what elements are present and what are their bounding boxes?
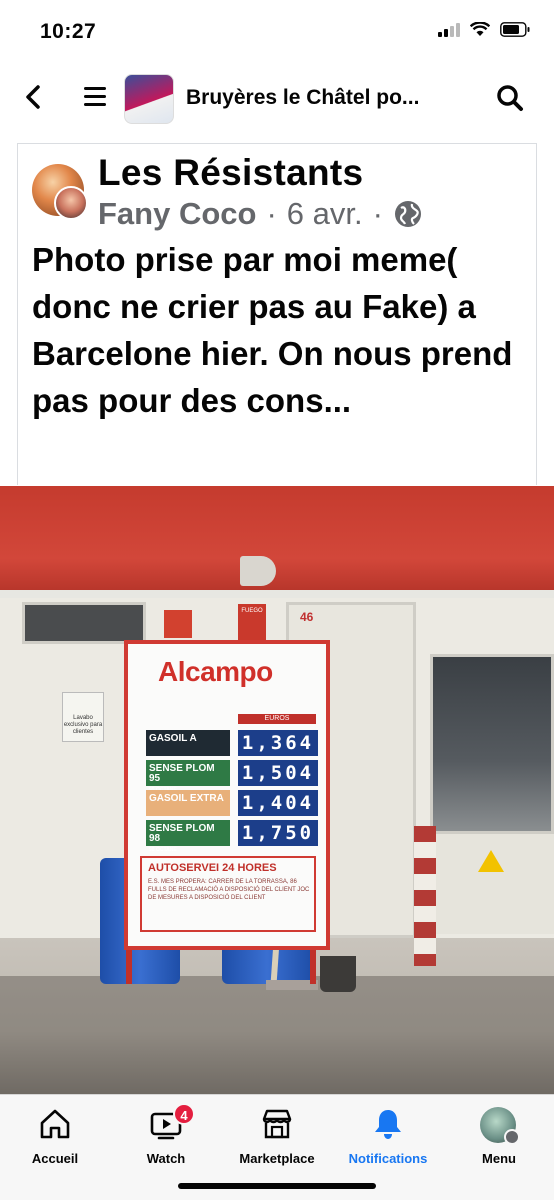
status-bar: 10:27 bbox=[0, 0, 554, 60]
fuego-sign: FUEGO bbox=[238, 604, 266, 644]
home-icon bbox=[40, 1109, 70, 1139]
glass-door-lower bbox=[430, 834, 554, 934]
door-number: 46 bbox=[300, 610, 314, 624]
fuel-price: 1,404 bbox=[238, 790, 318, 816]
fuel-name-text: GASOIL A bbox=[149, 733, 197, 744]
fuel-price: 1,750 bbox=[238, 820, 318, 846]
marketplace-icon bbox=[262, 1109, 292, 1139]
watch-badge: 4 bbox=[173, 1103, 195, 1125]
canopy-stripe bbox=[0, 590, 554, 598]
globe-icon bbox=[394, 201, 421, 227]
battery-icon bbox=[500, 22, 530, 37]
author-avatar[interactable] bbox=[54, 186, 88, 220]
ground-shadow bbox=[0, 976, 554, 1094]
search-icon bbox=[497, 85, 523, 111]
lavabo-sign: Lavabo exclusivo para clientes bbox=[62, 692, 104, 742]
fuel-row: GASOIL A 1,364 bbox=[146, 730, 318, 756]
fuel-row: SENSE PLOM 95 95 OCTANE 1,504 bbox=[146, 760, 318, 793]
nav-notifications[interactable]: Notifications bbox=[333, 1107, 443, 1167]
fuel-row: SENSE PLOM 98 98 OCTANE 1,750 bbox=[146, 820, 318, 853]
group-title[interactable]: Bruyères le Châtel po... bbox=[186, 86, 476, 110]
gas-station-canopy bbox=[0, 486, 554, 590]
sign-leg bbox=[126, 950, 132, 984]
nav-menu[interactable]: Menu bbox=[444, 1107, 554, 1167]
status-icons bbox=[438, 22, 530, 37]
post-group-name[interactable]: Les Résistants bbox=[98, 152, 363, 194]
signal-icon bbox=[438, 22, 460, 37]
hamburger-button[interactable] bbox=[82, 84, 112, 112]
footer-text: E.S. MES PROPERA: CARRER DE LA TORRASSA,… bbox=[148, 879, 310, 901]
post-photo[interactable]: 46 FUEGO Lavabo exclusivo para clientes … bbox=[0, 486, 554, 1094]
hamburger-icon bbox=[84, 87, 106, 106]
fuel-name-text: GASOIL EXTRA bbox=[149, 793, 224, 804]
status-time: 10:27 bbox=[40, 20, 97, 43]
post-date[interactable]: 6 avr. bbox=[287, 196, 363, 232]
menu-overlay-icon bbox=[504, 1129, 520, 1145]
extinguisher-sign bbox=[164, 610, 192, 638]
group-thumbnail[interactable] bbox=[124, 74, 174, 124]
fuel-price: 1,504 bbox=[238, 760, 318, 786]
nav-label: Accueil bbox=[31, 1151, 79, 1166]
nav-accueil[interactable]: Accueil bbox=[0, 1107, 110, 1167]
window-left bbox=[22, 602, 146, 644]
nav-label: Notifications bbox=[348, 1151, 428, 1166]
post-meta: Fany Coco · 6 avr. · bbox=[98, 196, 423, 232]
header: Bruyères le Châtel po... bbox=[0, 62, 554, 134]
nav-label: Watch bbox=[146, 1151, 186, 1166]
home-indicator bbox=[178, 1183, 376, 1189]
search-button[interactable] bbox=[496, 84, 526, 114]
fuel-name-text: SENSE PLOM 95 bbox=[149, 763, 215, 784]
fuel-price-sign: Alcampo EUROS GASOIL A 1,364 SENSE PLOM … bbox=[124, 640, 330, 950]
bottom-nav: Accueil 4 Watch Marketplace Notification… bbox=[0, 1094, 554, 1200]
fuel-name: SENSE PLOM 98 98 OCTANE bbox=[146, 820, 230, 853]
nav-marketplace[interactable]: Marketplace bbox=[222, 1107, 332, 1167]
wifi-icon bbox=[470, 22, 490, 36]
brand-logo: Alcampo bbox=[158, 656, 273, 687]
glass-door bbox=[430, 654, 554, 834]
fuel-subtitle: 98 OCTANE bbox=[149, 847, 177, 853]
warning-icon bbox=[478, 850, 504, 872]
nav-label: Marketplace bbox=[239, 1151, 315, 1166]
nav-watch[interactable]: 4 Watch bbox=[111, 1103, 221, 1167]
sign-footer: AUTOSERVEI 24 HORES E.S. MES PROPERA: CA… bbox=[140, 856, 316, 932]
post-author[interactable]: Fany Coco bbox=[98, 196, 256, 232]
loudspeaker bbox=[240, 556, 276, 586]
bell-icon bbox=[375, 1110, 401, 1139]
fuel-price: 1,364 bbox=[238, 730, 318, 756]
footer-title: AUTOSERVEI 24 HORES bbox=[148, 862, 277, 874]
sign-legs bbox=[114, 950, 340, 984]
fuel-row: GASOIL EXTRA 1,404 bbox=[146, 790, 318, 816]
fuel-name: GASOIL EXTRA bbox=[146, 790, 230, 816]
meta-separator-2: · bbox=[372, 196, 383, 231]
fuel-name: GASOIL A bbox=[146, 730, 230, 756]
fuel-name: SENSE PLOM 95 95 OCTANE bbox=[146, 760, 230, 793]
shared-post-card[interactable]: Les Résistants Fany Coco · 6 avr. · Phot… bbox=[17, 143, 537, 485]
back-button[interactable] bbox=[18, 82, 48, 112]
post-text: Photo prise par moi meme( donc ne crier … bbox=[32, 241, 513, 419]
fuel-name-text: SENSE PLOM 98 bbox=[149, 823, 215, 844]
nav-label: Menu bbox=[482, 1151, 516, 1166]
chevron-left-icon bbox=[26, 85, 40, 109]
striped-pole bbox=[414, 826, 436, 966]
sign-leg bbox=[310, 950, 316, 984]
meta-separator: · bbox=[266, 196, 277, 231]
currency-header: EUROS bbox=[238, 714, 316, 724]
